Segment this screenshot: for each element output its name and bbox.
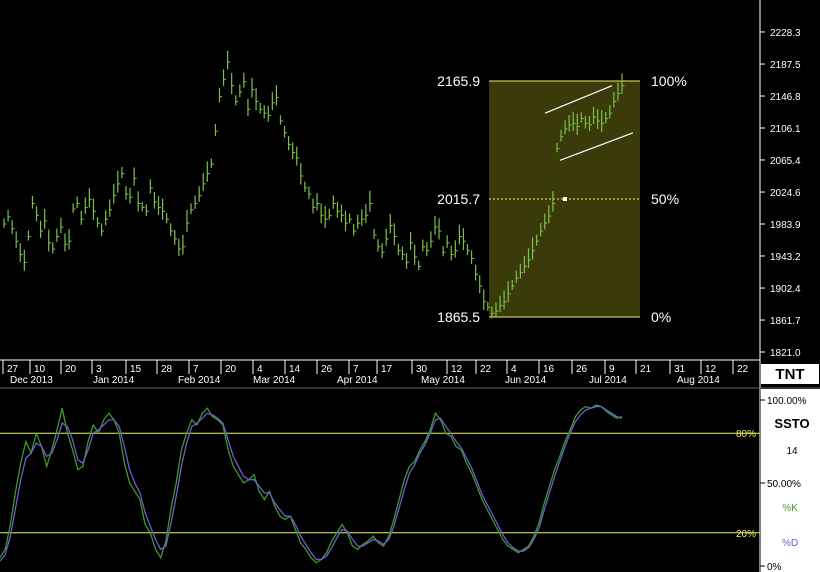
- price-panel: 2165.9 100%2015.7 50%1865.5 0% 2228.32187.5…: [0, 0, 801, 572]
- price-x-month-label: Apr 2014: [337, 375, 378, 386]
- price-x-month-label: Dec 2013: [10, 375, 53, 386]
- price-y-tick-label: 1861.7: [770, 316, 801, 327]
- price-x-month-label: Jun 2014: [505, 375, 547, 386]
- price-x-month-label: Mar 2014: [253, 375, 296, 386]
- price-x-day-label: 4: [511, 364, 517, 375]
- price-x-day-label: 12: [705, 364, 717, 375]
- price-x-day-label: 9: [609, 364, 615, 375]
- price-y-tick-label: 1821.0: [770, 348, 801, 359]
- fib-percent-label: 50%: [651, 191, 679, 207]
- fib-percent-label: 100%: [651, 73, 687, 89]
- series-line-pct-d: [0, 405, 623, 562]
- price-y-axis: 2228.3 2187.5 2146.8 2106.1 2065.4 2024.6 1983…: [760, 28, 801, 359]
- price-x-day-label: 10: [34, 364, 46, 375]
- price-x-month-label: Feb 2014: [178, 375, 221, 386]
- price-x-day-label: 12: [451, 364, 463, 375]
- price-x-month-label: May 2014: [421, 375, 465, 386]
- price-x-day-label: 28: [161, 364, 173, 375]
- price-x-day-label: 26: [321, 364, 333, 375]
- indicator-period: 14: [786, 446, 798, 457]
- price-y-tick-label: 2106.1: [770, 124, 801, 135]
- price-y-tick-label: 1902.4: [770, 284, 801, 295]
- price-x-day-label: 16: [543, 364, 555, 375]
- price-x-day-label: 4: [257, 364, 263, 375]
- price-y-tick-label: 1943.2: [770, 252, 801, 263]
- price-y-tick-label: 2065.4: [770, 156, 801, 167]
- indicator-lines: [0, 404, 623, 564]
- price-x-day-label: 20: [225, 364, 237, 375]
- indicator-y-tick-label: 0%: [767, 562, 782, 572]
- legend-d: %D: [782, 538, 798, 549]
- price-x-day-label: 30: [416, 364, 428, 375]
- brand-logo: TNT: [761, 364, 819, 384]
- fib-price-label: 2165.9: [437, 73, 480, 89]
- indicator-panel: 80% 20% 100.00% 50.00% 0% SSTO 14 %K %D: [0, 387, 820, 572]
- price-x-day-label: 31: [674, 364, 686, 375]
- price-x-axis: 27 10 20 3 15 28 7 20 4 14 26 7 17 30 12 22 4 16 26 9 21 31 12…: [2, 360, 749, 386]
- price-x-month-label: Jul 2014: [589, 375, 627, 386]
- price-x-day-label: 27: [7, 364, 19, 375]
- indicator-level-label: 20%: [736, 529, 756, 540]
- price-y-tick-label: 2228.3: [770, 28, 801, 39]
- chart-canvas: 2165.9 100%2015.7 50%1865.5 0% 2228.32187.5…: [0, 0, 820, 572]
- price-x-day-label: 7: [353, 364, 359, 375]
- fib-price-label: 2015.7: [437, 191, 480, 207]
- price-x-day-label: 26: [576, 364, 588, 375]
- price-y-tick-label: 2187.5: [770, 60, 801, 71]
- price-x-day-label: 7: [193, 364, 199, 375]
- price-x-month-label: Jan 2014: [93, 375, 135, 386]
- indicator-y-tick-label: 100.00%: [767, 396, 807, 407]
- brand-text: TNT: [775, 366, 804, 383]
- price-x-day-label: 21: [640, 364, 652, 375]
- price-x-day-label: 15: [130, 364, 142, 375]
- price-x-day-label: 14: [289, 364, 301, 375]
- price-y-tick-label: 2024.6: [770, 188, 801, 199]
- legend-k: %K: [782, 503, 798, 514]
- price-y-tick-label: 1983.9: [770, 220, 801, 231]
- price-x-day-label: 20: [65, 364, 77, 375]
- indicator-title: SSTO: [774, 416, 809, 431]
- series-line-pct-k: [0, 404, 623, 564]
- fib-price-label: 1865.5: [437, 309, 480, 325]
- indicator-levels: 80% 20%: [0, 429, 760, 540]
- price-x-day-label: 22: [480, 364, 492, 375]
- fib-marker: [563, 197, 567, 202]
- indicator-level-label: 80%: [736, 429, 756, 440]
- indicator-y-tick-label: 50.00%: [767, 479, 801, 490]
- fib-percent-label: 0%: [651, 309, 671, 325]
- price-x-day-label: 3: [96, 364, 102, 375]
- price-x-month-label: Aug 2014: [677, 375, 720, 386]
- price-y-tick-label: 2146.8: [770, 92, 801, 103]
- price-x-day-label: 22: [737, 364, 749, 375]
- price-x-day-label: 17: [381, 364, 393, 375]
